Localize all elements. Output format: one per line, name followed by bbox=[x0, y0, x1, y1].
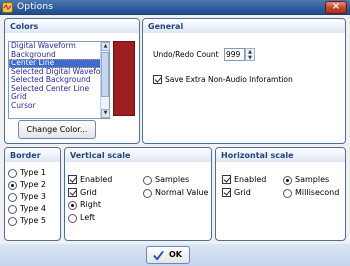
list-item[interactable]: Selected Background bbox=[9, 76, 109, 85]
vertical-left-label: Left bbox=[80, 213, 96, 222]
options-dialog: Colors Digital Waveform Background Cente… bbox=[0, 15, 350, 266]
general-panel-title: General bbox=[143, 19, 345, 33]
border-type-4-label: Type 4 bbox=[20, 204, 47, 213]
title-bar: Options × bbox=[0, 0, 350, 15]
vertical-enabled-label: Enabled bbox=[80, 175, 113, 184]
color-swatch bbox=[113, 41, 135, 116]
vertical-normal-value-radio[interactable] bbox=[143, 189, 152, 198]
horizontal-samples-radio[interactable] bbox=[283, 176, 292, 185]
app-icon bbox=[2, 2, 13, 13]
vertical-normal-value-label: Normal Value bbox=[155, 188, 209, 197]
vertical-left-radio[interactable] bbox=[68, 214, 77, 223]
list-item[interactable]: Digital Waveform bbox=[9, 42, 109, 51]
vertical-samples-label: Samples bbox=[155, 175, 190, 184]
general-panel: General Undo/Redo Count 999 ▲ ▼ Save Ext… bbox=[142, 18, 346, 144]
list-item[interactable]: Grid bbox=[9, 93, 109, 102]
list-item-selected[interactable]: Center Line bbox=[9, 59, 109, 68]
horizontal-scale-panel: Horizontal scale Enabled Grid Samples Mi… bbox=[215, 147, 346, 241]
horizontal-enabled-checkbox[interactable] bbox=[222, 175, 231, 184]
colors-panel-title: Colors bbox=[5, 19, 139, 33]
scroll-up-icon[interactable]: ▲ bbox=[101, 42, 110, 51]
vertical-scale-panel: Vertical scale Enabled Grid Right Left S… bbox=[64, 147, 212, 241]
undo-redo-label: Undo/Redo Count bbox=[153, 50, 219, 59]
ok-label: OK bbox=[169, 250, 182, 259]
change-color-button[interactable]: Change Color... bbox=[18, 120, 96, 139]
vertical-right-label: Right bbox=[80, 200, 102, 209]
save-extra-label: Save Extra Non-Audio Inforamtion bbox=[165, 75, 293, 84]
vertical-right-radio[interactable] bbox=[68, 201, 77, 210]
scroll-down-icon[interactable]: ▼ bbox=[101, 109, 110, 118]
horizontal-millisecond-radio[interactable] bbox=[283, 189, 292, 198]
border-type-1-label: Type 1 bbox=[20, 168, 47, 177]
border-type-2-radio[interactable] bbox=[8, 181, 17, 190]
vertical-enabled-checkbox[interactable] bbox=[68, 175, 77, 184]
horizontal-millisecond-label: Millisecond bbox=[295, 188, 340, 197]
list-item[interactable]: Cursor bbox=[9, 102, 109, 111]
list-item[interactable]: Selected Center Line bbox=[9, 85, 109, 94]
close-button[interactable]: × bbox=[325, 1, 347, 14]
scroll-thumb[interactable] bbox=[101, 52, 109, 97]
stepper-down-icon[interactable]: ▼ bbox=[246, 55, 254, 61]
colors-panel: Colors Digital Waveform Background Cente… bbox=[4, 18, 140, 144]
vertical-samples-radio[interactable] bbox=[143, 176, 152, 185]
border-type-1-radio[interactable] bbox=[8, 169, 17, 178]
horizontal-scale-title: Horizontal scale bbox=[216, 148, 345, 162]
border-type-5-radio[interactable] bbox=[8, 217, 17, 226]
list-item[interactable]: Selected Digital Waveform bbox=[9, 68, 109, 77]
vertical-grid-checkbox[interactable] bbox=[68, 188, 77, 197]
border-type-3-label: Type 3 bbox=[20, 192, 47, 201]
horizontal-grid-checkbox[interactable] bbox=[222, 188, 231, 197]
border-type-4-radio[interactable] bbox=[8, 205, 17, 214]
ok-button[interactable]: OK bbox=[146, 246, 190, 264]
border-type-5-label: Type 5 bbox=[20, 216, 47, 225]
horizontal-enabled-label: Enabled bbox=[234, 175, 267, 184]
window-title: Options bbox=[17, 2, 54, 12]
color-element-list[interactable]: Digital Waveform Background Center Line … bbox=[8, 41, 110, 119]
horizontal-samples-label: Samples bbox=[295, 175, 330, 184]
horizontal-grid-label: Grid bbox=[234, 188, 251, 197]
list-scrollbar[interactable]: ▲ ▼ bbox=[100, 42, 110, 118]
vertical-scale-title: Vertical scale bbox=[65, 148, 211, 162]
border-panel: Border Type 1 Type 2 Type 3 Type 4 Type … bbox=[4, 147, 61, 241]
checkmark-icon bbox=[153, 250, 164, 261]
list-item[interactable]: Background bbox=[9, 51, 109, 60]
border-type-3-radio[interactable] bbox=[8, 193, 17, 202]
border-type-2-label: Type 2 bbox=[20, 180, 47, 189]
vertical-grid-label: Grid bbox=[80, 188, 97, 197]
undo-redo-stepper[interactable]: ▲ ▼ bbox=[245, 48, 255, 61]
save-extra-checkbox[interactable] bbox=[153, 75, 162, 84]
undo-redo-count-input[interactable]: 999 bbox=[224, 48, 245, 61]
border-panel-title: Border bbox=[5, 148, 60, 162]
